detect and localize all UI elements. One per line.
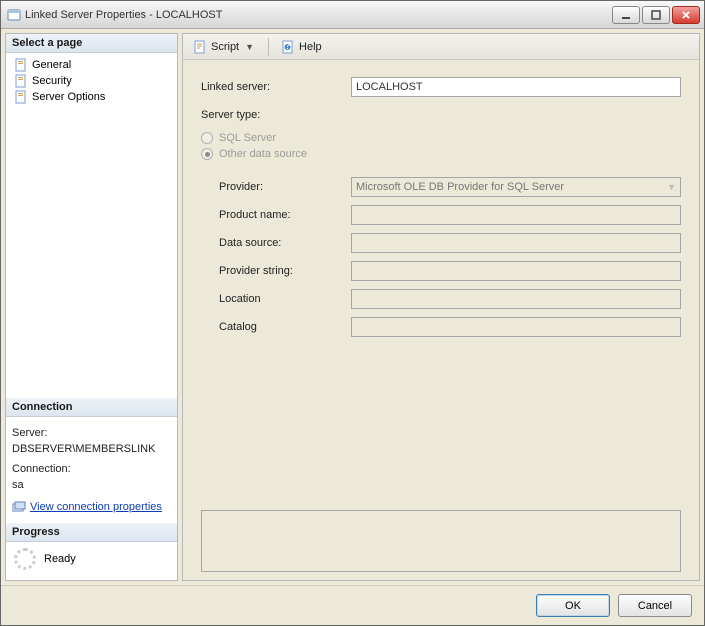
- select-page-header: Select a page: [6, 34, 177, 53]
- server-label: Server:: [12, 425, 171, 441]
- page-icon: [14, 58, 28, 72]
- server-value: DBSERVER\MEMBERSLINK: [12, 441, 171, 457]
- radio-other-label: Other data source: [219, 148, 307, 160]
- progress-row: Ready: [6, 542, 177, 580]
- close-button[interactable]: [672, 6, 700, 24]
- help-label: Help: [299, 41, 322, 53]
- progress-status: Ready: [44, 553, 76, 565]
- catalog-input: [351, 317, 681, 337]
- progress-header: Progress: [6, 523, 177, 542]
- product-name-input: [351, 205, 681, 225]
- form-area: Linked server: Server type: SQL Server O…: [183, 60, 699, 580]
- provider-string-input: [351, 261, 681, 281]
- toolbar: Script ▼ ? Help: [183, 34, 699, 60]
- ok-button[interactable]: OK: [536, 594, 610, 617]
- page-general[interactable]: General: [10, 57, 173, 73]
- help-icon: ?: [281, 40, 295, 54]
- radio-icon: [201, 132, 213, 144]
- location-label: Location: [201, 293, 351, 305]
- linked-server-label: Linked server:: [201, 81, 351, 93]
- sidebar: Select a page General Security Server Op…: [5, 33, 178, 581]
- provider-string-label: Provider string:: [201, 265, 351, 277]
- page-label: Server Options: [32, 91, 105, 103]
- page-server-options[interactable]: Server Options: [10, 89, 173, 105]
- view-connection-properties-link[interactable]: View connection properties: [12, 499, 162, 515]
- script-button[interactable]: Script ▼: [189, 38, 260, 56]
- connection-info: Server: DBSERVER\MEMBERSLINK Connection:…: [6, 417, 177, 523]
- page-label: General: [32, 59, 71, 71]
- chevron-down-icon: ▼: [243, 42, 256, 52]
- radio-other-data-source: Other data source: [201, 148, 681, 160]
- connection-header: Connection: [6, 398, 177, 417]
- connection-value: sa: [12, 477, 171, 493]
- help-button[interactable]: ? Help: [277, 38, 326, 56]
- location-input: [351, 289, 681, 309]
- body: Select a page General Security Server Op…: [1, 29, 704, 585]
- svg-text:?: ?: [284, 40, 290, 52]
- provider-select: Microsoft OLE DB Provider for SQL Server…: [351, 177, 681, 197]
- catalog-label: Catalog: [201, 321, 351, 333]
- connection-icon: [12, 500, 26, 514]
- separator: [268, 38, 269, 56]
- main-panel: Script ▼ ? Help Linked server: Server ty…: [182, 33, 700, 581]
- progress-spinner-icon: [14, 548, 36, 570]
- chevron-down-icon: ▼: [667, 182, 676, 192]
- titlebar: Linked Server Properties - LOCALHOST: [1, 1, 704, 29]
- message-area: [201, 510, 681, 572]
- window-buttons: [612, 6, 700, 24]
- data-source-label: Data source:: [201, 237, 351, 249]
- provider-value: Microsoft OLE DB Provider for SQL Server: [356, 181, 564, 193]
- page-icon: [14, 74, 28, 88]
- provider-label: Provider:: [201, 181, 351, 193]
- radio-sql-server: SQL Server: [201, 132, 681, 144]
- maximize-button[interactable]: [642, 6, 670, 24]
- footer: OK Cancel: [1, 585, 704, 625]
- linked-server-input[interactable]: [351, 77, 681, 97]
- page-icon: [14, 90, 28, 104]
- connection-label: Connection:: [12, 461, 171, 477]
- radio-sql-label: SQL Server: [219, 132, 276, 144]
- product-name-label: Product name:: [201, 209, 351, 221]
- cancel-button[interactable]: Cancel: [618, 594, 692, 617]
- script-label: Script: [211, 41, 239, 53]
- server-type-label: Server type:: [201, 109, 351, 121]
- minimize-button[interactable]: [612, 6, 640, 24]
- view-connection-properties-label: View connection properties: [30, 499, 162, 515]
- page-security[interactable]: Security: [10, 73, 173, 89]
- window: Linked Server Properties - LOCALHOST Sel…: [0, 0, 705, 626]
- page-list: General Security Server Options: [6, 53, 177, 109]
- window-title: Linked Server Properties - LOCALHOST: [21, 9, 612, 21]
- radio-icon: [201, 148, 213, 160]
- page-label: Security: [32, 75, 72, 87]
- data-source-input: [351, 233, 681, 253]
- app-icon: [7, 8, 21, 22]
- script-icon: [193, 40, 207, 54]
